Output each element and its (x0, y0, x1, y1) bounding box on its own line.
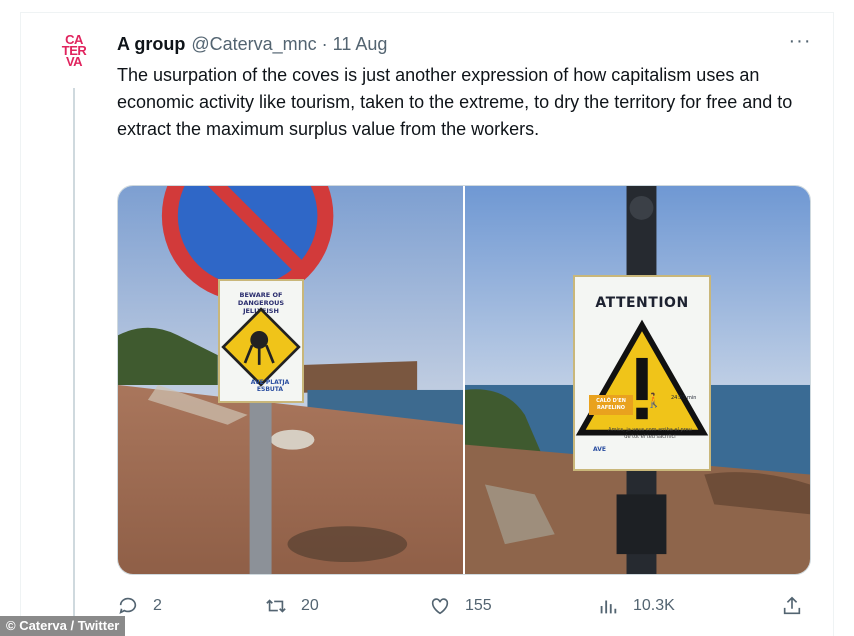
like-button[interactable]: 155 (429, 592, 492, 620)
tweet-date[interactable]: 11 Aug (333, 34, 388, 55)
action-bar: 2 20 155 10.3K (117, 592, 811, 620)
retweet-button[interactable]: 20 (265, 592, 319, 620)
jellyfish-warning-sign: BEWARE OF DANGEROUS JELLYFISH AVE PLATJA… (218, 279, 304, 403)
photo-right[interactable]: ATTENTION CALÓ D'EN RAFELINO 🚶 24:55 min… (465, 186, 810, 574)
views-chart-icon (600, 600, 617, 614)
more-options-button[interactable]: ··· (786, 31, 814, 56)
retweet-icon (266, 599, 286, 613)
share-icon (783, 596, 801, 615)
attention-note: Amics, ja veus com arriba el preu de tot… (608, 427, 692, 440)
jellyfish-sign-logo: AVE PLATJA ESBUTA (250, 379, 290, 393)
share-button[interactable] (781, 592, 803, 620)
avatar-line-3: VA (65, 54, 83, 69)
walking-person-icon: 🚶 (645, 393, 663, 409)
views-count: 10.3K (633, 597, 675, 614)
heart-icon (431, 598, 449, 615)
tweet-text: The usurpation of the coves is just anot… (117, 65, 793, 139)
tweet-header: A group @Caterva_mnc · 11 Aug (117, 32, 387, 56)
retweet-count: 20 (301, 597, 319, 614)
avatar[interactable]: CA TER VA (52, 33, 96, 78)
like-count: 155 (465, 597, 492, 614)
image-credit: © Caterva / Twitter (0, 616, 126, 636)
attention-sign-logo: AVE (593, 446, 606, 453)
author-handle[interactable]: @Caterva_mnc (191, 34, 316, 55)
reply-count: 2 (153, 597, 162, 614)
cove-name-badge: CALÓ D'EN RAFELINO (589, 395, 633, 415)
header-separator: · (321, 33, 328, 54)
attention-sign: ATTENTION CALÓ D'EN RAFELINO 🚶 24:55 min… (573, 275, 711, 471)
author-name[interactable]: A group (117, 34, 185, 55)
photo-left[interactable]: BEWARE OF DANGEROUS JELLYFISH AVE PLATJA… (118, 186, 463, 574)
media-grid: BEWARE OF DANGEROUS JELLYFISH AVE PLATJA… (117, 185, 811, 575)
views-button[interactable]: 10.3K (597, 592, 675, 620)
walk-time: 24:55 min (671, 395, 697, 401)
thread-line (73, 88, 75, 616)
reply-icon (119, 597, 137, 614)
